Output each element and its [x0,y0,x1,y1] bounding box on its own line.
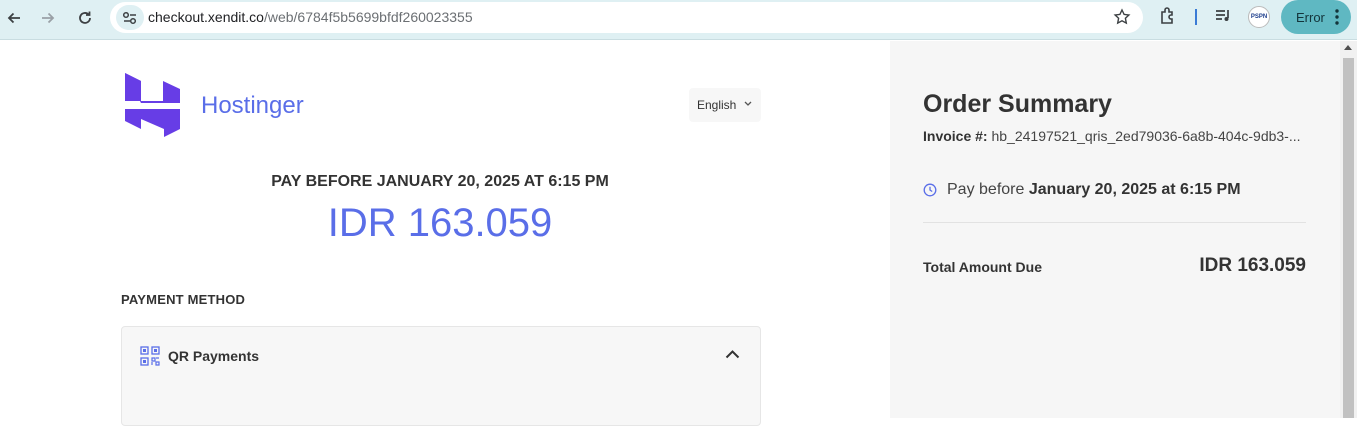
scroll-thumb[interactable] [1343,58,1354,418]
error-button[interactable]: Error [1281,0,1351,34]
forward-button[interactable] [34,4,62,32]
profile-text: PSPN [1250,14,1268,20]
address-bar[interactable]: checkout.xendit.co/web/6784f5b5699bfdf26… [110,2,1143,33]
clock-icon [923,183,937,197]
language-label: English [697,98,737,112]
toolbar-separator [1195,9,1197,25]
order-summary-title: Order Summary [923,90,1112,118]
summary-divider [923,222,1306,223]
arrow-right-icon [42,12,55,24]
pay-before-deadline: PAY BEFORE JANUARY 20, 2025 AT 6:15 PM [271,173,609,190]
payment-amount: IDR 163.059 [327,201,553,245]
qr-code-icon [140,346,160,366]
pay-before-date: January 20, 2025 at 6:15 PM [1028,181,1241,198]
chevron-down-icon [744,101,752,106]
reload-button[interactable] [71,4,99,32]
checkout-main: Hostinger English PAY BEFORE JANUARY 20,… [0,41,890,426]
url-path: /web/6784f5b5699bfdf260023355 [263,9,473,25]
payment-method-heading: PAYMENT METHOD [121,292,246,307]
qr-payments-label: QR Payments [168,348,260,364]
site-info-button[interactable] [116,5,144,30]
kebab-menu-icon[interactable] [1335,9,1339,25]
error-label: Error [1296,9,1325,25]
bookmark-star-icon[interactable] [1113,8,1131,31]
total-amount-value: IDR 163.059 [1199,255,1306,276]
profile-avatar[interactable]: PSPN [1248,6,1270,28]
summary-pay-before: Pay before January 20, 2025 at 6:15 PM [947,181,1241,199]
chevron-up-icon[interactable] [725,349,740,359]
url-host: checkout.xendit.co [148,9,264,25]
arrow-left-icon [7,12,20,24]
media-queue-icon[interactable] [1213,6,1233,31]
browser-toolbar: checkout.xendit.co/web/6784f5b5699bfdf26… [0,0,1357,40]
merchant-name: Hostinger [201,92,304,119]
invoice-number: Invoice #: hb_24197521_qris_2ed79036-6a8… [923,128,1301,144]
invoice-value: hb_24197521_qris_2ed79036-6a8b-404c-9db3… [991,128,1301,144]
language-selector[interactable]: English [689,88,761,122]
reload-icon [79,11,91,24]
order-summary-panel: Order Summary Invoice #: hb_24197521_qri… [890,41,1340,418]
url-text[interactable]: checkout.xendit.co/web/6784f5b5699bfdf26… [148,9,473,25]
tune-icon [122,11,137,24]
hostinger-logo-icon [125,73,180,137]
extensions-icon[interactable] [1158,6,1178,31]
back-button[interactable] [0,4,28,32]
scroll-up-arrow-icon[interactable] [1344,45,1352,50]
total-amount-label: Total Amount Due [923,259,1042,275]
invoice-label: Invoice #: [923,128,988,144]
qr-payments-card[interactable]: QR Payments [121,326,761,426]
pay-before-prefix: Pay before [947,181,1025,198]
